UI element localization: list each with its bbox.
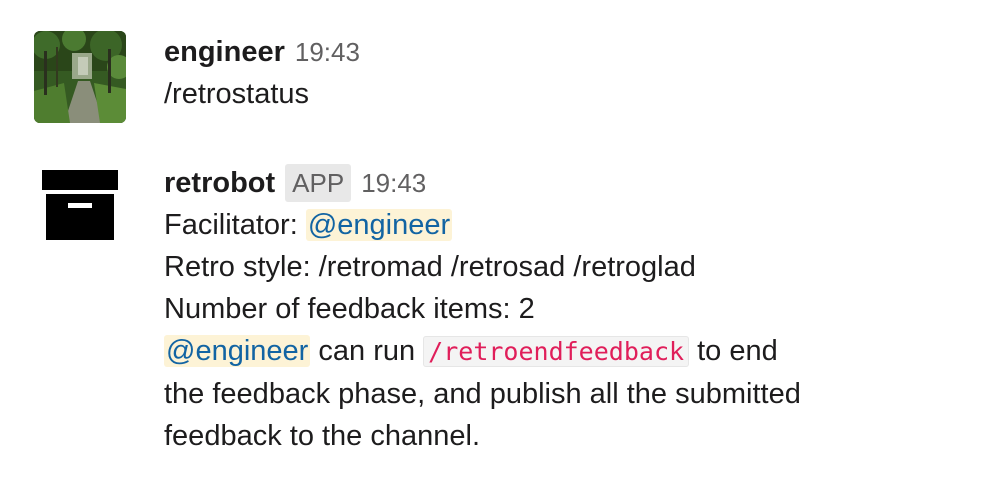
timestamp[interactable]: 19:43 (361, 168, 426, 199)
forest-path-photo-avatar (34, 31, 126, 123)
instruction-text: to end (697, 335, 778, 367)
username[interactable]: retrobot (164, 167, 275, 200)
message-text: /retrostatus (164, 78, 310, 110)
instruction-line-2: the feedback phase, and publish all the … (164, 378, 801, 410)
message-header: engineer 19:43 (164, 31, 968, 73)
command-code: /retroendfeedback (423, 336, 690, 367)
instruction-line-1: @engineer can run /retroendfeedback to e… (164, 330, 968, 373)
message-body: /retrostatus (164, 73, 968, 115)
message-header: retrobot APP 19:43 (164, 162, 968, 204)
retro-style-line: Retro style: /retromad /retrosad /retrog… (164, 251, 696, 283)
archive-box-icon (42, 170, 118, 240)
facilitator-line: Facilitator: @engineer (164, 204, 968, 246)
app-badge: APP (285, 164, 352, 202)
message-content: retrobot APP 19:43 Facilitator: @enginee… (164, 162, 968, 457)
user-mention[interactable]: @engineer (164, 335, 311, 367)
feedback-count-line: Number of feedback items: 2 (164, 293, 535, 325)
user-avatar-engineer[interactable] (34, 31, 126, 123)
user-mention[interactable]: @engineer (305, 209, 453, 241)
instruction-text: can run (318, 335, 416, 367)
username[interactable]: engineer (164, 36, 285, 69)
message-body: Facilitator: @engineer Retro style: /ret… (164, 204, 968, 457)
message-content: engineer 19:43 /retrostatus (164, 31, 968, 115)
facilitator-label: Facilitator: (164, 209, 298, 241)
bot-avatar-retrobot[interactable] (34, 162, 126, 254)
instruction-line-3: feedback to the channel. (164, 420, 481, 452)
timestamp[interactable]: 19:43 (295, 37, 360, 68)
